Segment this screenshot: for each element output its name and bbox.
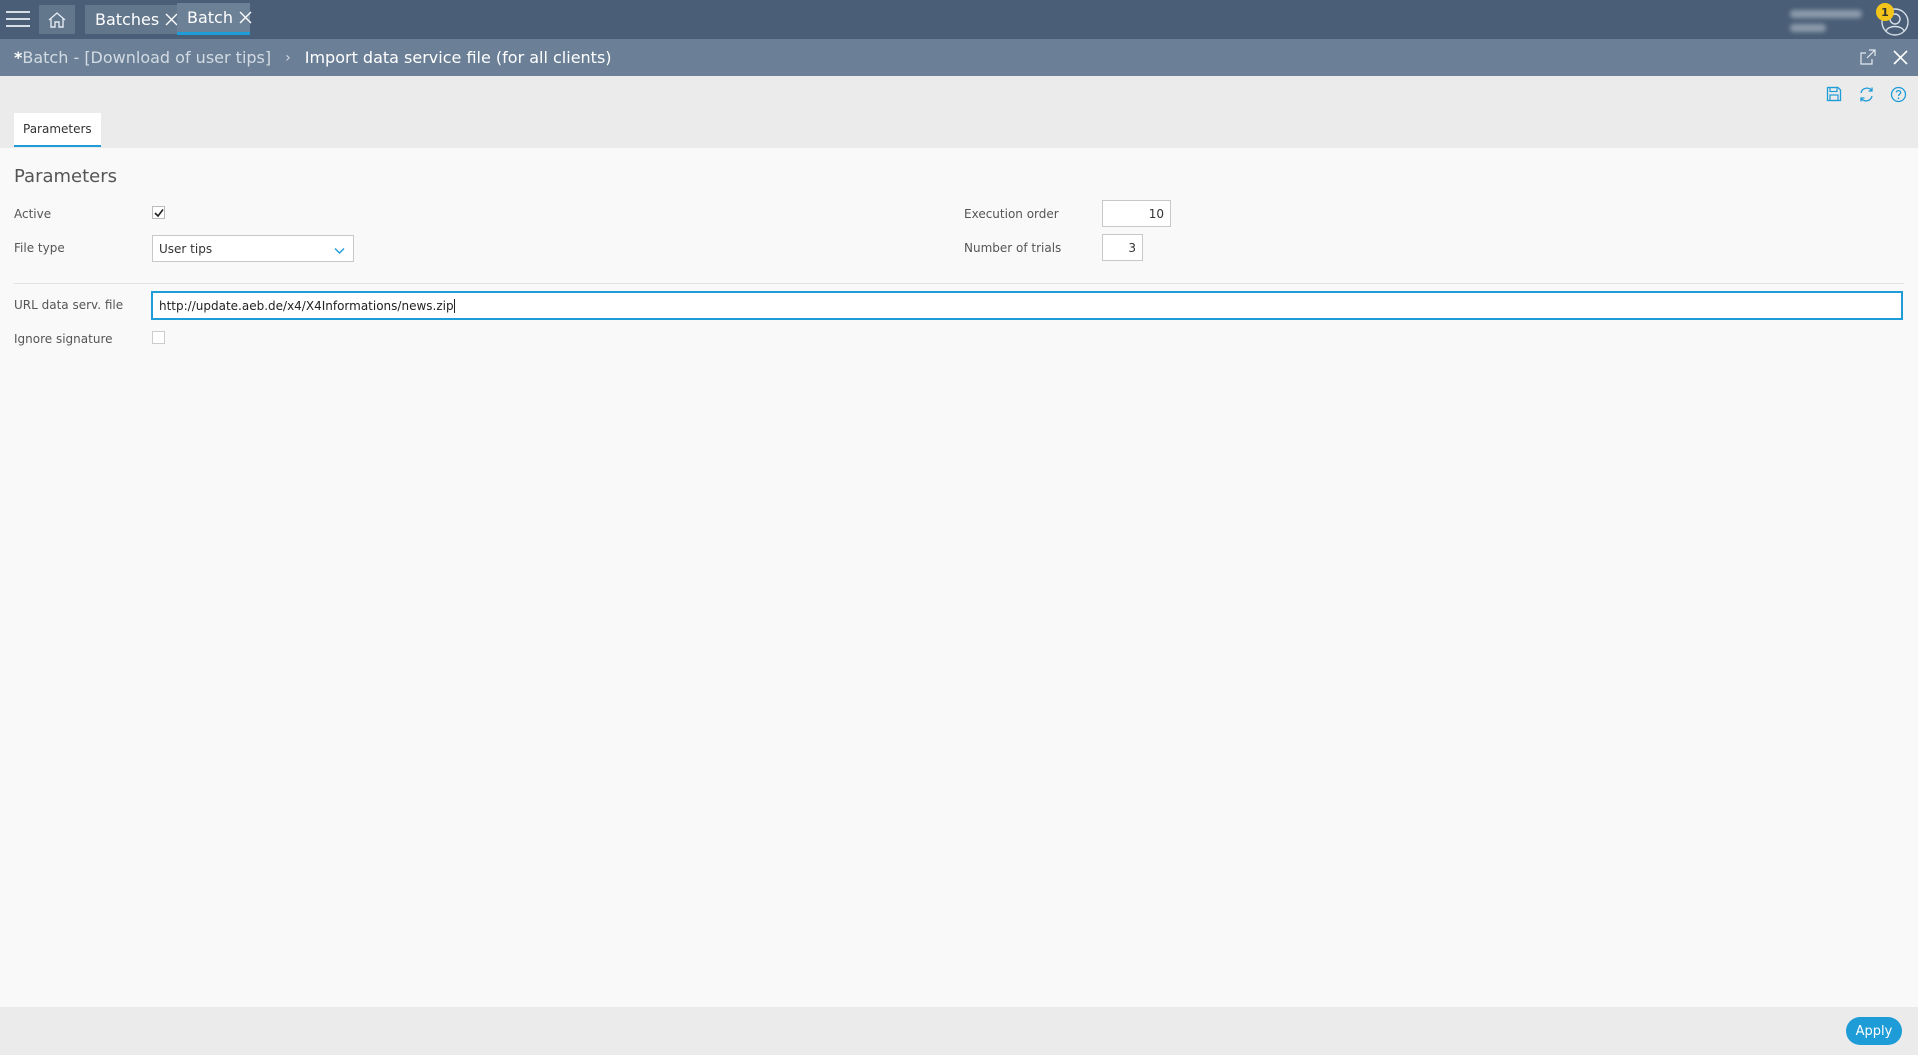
close-view-icon[interactable]: [1890, 47, 1910, 67]
checkmark-icon: [153, 208, 164, 217]
ignore-signature-checkbox[interactable]: [152, 331, 165, 344]
user-area[interactable]: 1: [1790, 3, 1910, 37]
tab-batch-label: Batch: [187, 8, 233, 27]
form-content: Parameters Active File type User tips Ex…: [0, 148, 1918, 1007]
breadcrumb-separator: ›: [285, 49, 291, 66]
help-icon[interactable]: [1888, 84, 1908, 104]
tab-batch[interactable]: Batch: [177, 3, 252, 35]
tab-parameters[interactable]: Parameters: [14, 113, 101, 147]
title-bar: * Batch - [Download of user tips] › Impo…: [0, 39, 1918, 76]
number-of-trials-label: Number of trials: [964, 241, 1062, 255]
toolbar-strip: Parameters: [0, 76, 1918, 148]
url-input[interactable]: http://update.aeb.de/x4/X4Informations/n…: [151, 291, 1903, 320]
open-in-new-window-icon[interactable]: [1858, 47, 1878, 67]
breadcrumb: * Batch - [Download of user tips] › Impo…: [14, 39, 612, 76]
section-title: Parameters: [14, 166, 118, 187]
active-label: Active: [14, 207, 52, 221]
home-button[interactable]: [39, 5, 75, 34]
file-type-label: File type: [14, 241, 65, 255]
breadcrumb-parent[interactable]: Batch - [Download of user tips]: [22, 48, 271, 67]
active-checkbox[interactable]: [152, 206, 165, 219]
notification-badge[interactable]: 1: [1876, 3, 1894, 21]
home-icon: [48, 11, 66, 28]
tab-batches[interactable]: Batches: [85, 5, 178, 34]
url-value: http://update.aeb.de/x4/X4Informations/n…: [159, 298, 454, 313]
url-label: URL data serv. file: [14, 298, 124, 312]
hamburger-menu-icon[interactable]: [4, 8, 32, 30]
file-type-select[interactable]: User tips: [152, 235, 354, 262]
execution-order-label: Execution order: [964, 207, 1059, 221]
user-name-blurred: [1790, 7, 1866, 33]
apply-button[interactable]: Apply: [1846, 1017, 1902, 1045]
chevron-down-icon: [334, 244, 345, 258]
close-icon[interactable]: [239, 11, 252, 24]
breadcrumb-current: Import data service file (for all client…: [304, 48, 612, 67]
refresh-icon[interactable]: [1856, 84, 1876, 104]
top-bar: Batches Batch 1: [0, 0, 1918, 39]
save-icon[interactable]: [1824, 84, 1844, 104]
number-of-trials-input[interactable]: 3: [1102, 234, 1143, 261]
footer-bar: Apply: [0, 1007, 1918, 1055]
modified-marker: *: [14, 48, 23, 67]
ignore-signature-label: Ignore signature: [14, 332, 113, 346]
execution-order-input[interactable]: 10: [1102, 200, 1171, 227]
file-type-value: User tips: [159, 241, 213, 256]
tab-batches-label: Batches: [95, 10, 160, 29]
divider: [14, 283, 1904, 284]
text-caret: [453, 298, 455, 313]
